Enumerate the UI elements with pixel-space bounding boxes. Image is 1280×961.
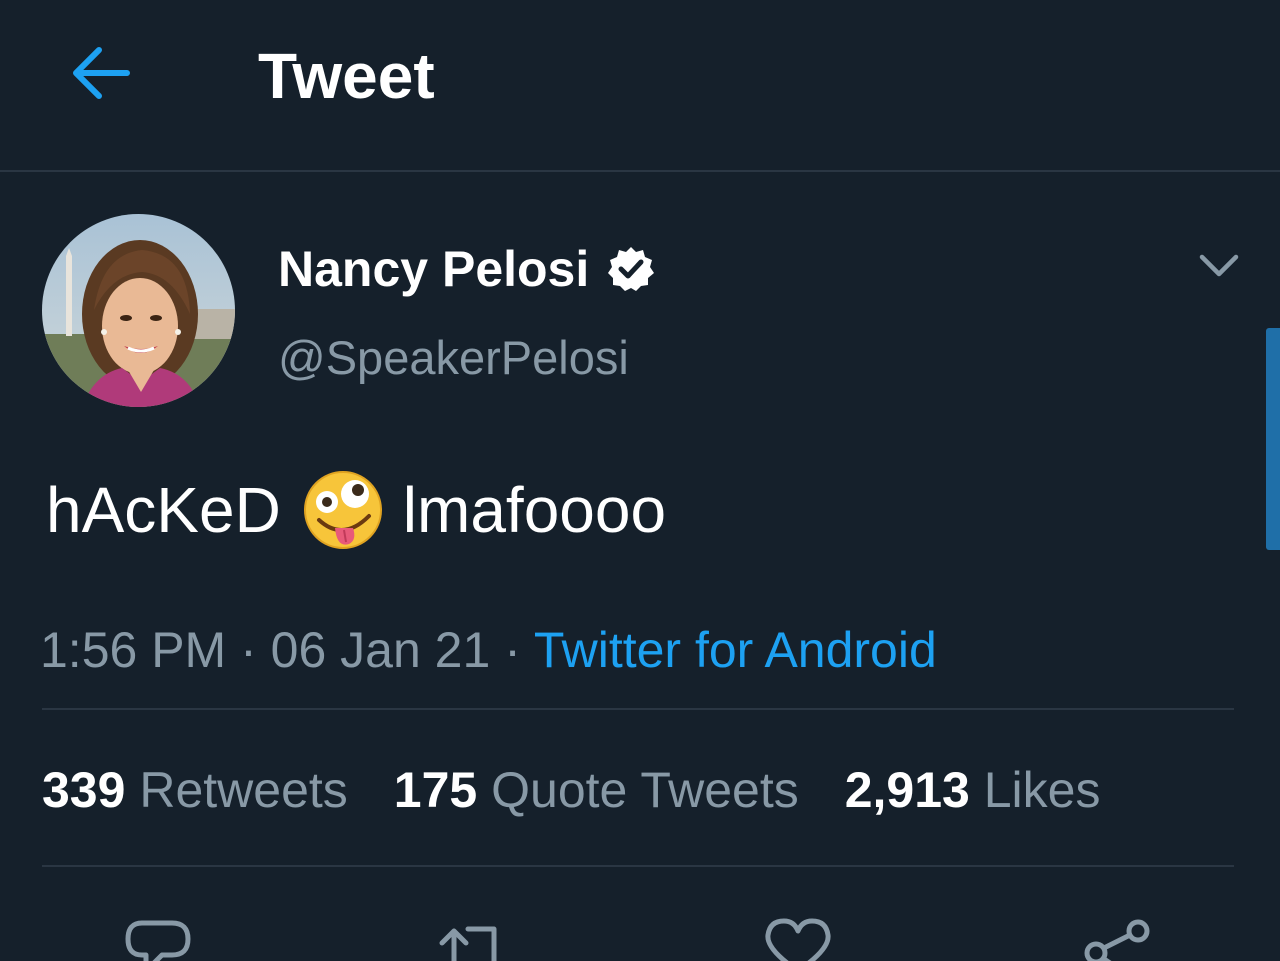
meta-separator: · <box>226 622 271 678</box>
author-display-name[interactable]: Nancy Pelosi <box>278 238 655 300</box>
retweets-count: 339 <box>42 762 126 818</box>
likes-stat[interactable]: 2,913 Likes <box>845 760 1101 820</box>
quote-tweets-count: 175 <box>393 762 478 818</box>
tweet-date: 06 Jan 21 <box>270 622 491 678</box>
tweet-text: hAcKeD lmafoooo <box>46 470 666 550</box>
tweet-source-link[interactable]: Twitter for Android <box>534 622 937 678</box>
tweet-detail-page: Tweet Nancy Pelosi @SpeakerPelosi hAcKeD… <box>0 0 1280 961</box>
tweet-text-part: hAcKeD <box>46 474 281 546</box>
reply-button[interactable] <box>122 915 194 961</box>
share-icon <box>1084 919 1150 961</box>
retweet-button[interactable] <box>436 915 508 961</box>
verified-badge-icon <box>608 247 655 291</box>
zany-face-emoji <box>303 471 382 549</box>
retweets-label: Retweets <box>139 762 348 818</box>
heart-icon <box>765 918 831 961</box>
reply-icon <box>125 920 191 961</box>
avatar[interactable] <box>42 214 235 407</box>
quote-tweets-stat[interactable]: 175 Quote Tweets <box>394 760 799 820</box>
back-button[interactable] <box>62 38 138 108</box>
more-options-button[interactable] <box>1190 240 1248 292</box>
tweet-text-part: lmafoooo <box>402 474 667 546</box>
top-bar: Tweet <box>0 0 1280 170</box>
share-button[interactable] <box>1082 915 1154 961</box>
header-divider <box>0 170 1280 172</box>
author-name-text: Nancy Pelosi <box>278 241 590 297</box>
page-title: Tweet <box>258 40 435 112</box>
arrow-left-icon <box>73 47 130 99</box>
quote-tweets-label: Quote Tweets <box>491 762 799 818</box>
tweet-meta: 1:56 PM · 06 Jan 21 · Twitter for Androi… <box>40 620 937 680</box>
retweets-stat[interactable]: 339 Retweets <box>42 760 348 820</box>
scrollbar[interactable] <box>1266 328 1280 550</box>
tweet-stats: 339 Retweets 175 Quote Tweets 2,913 Like… <box>42 760 1146 820</box>
author-handle[interactable]: @SpeakerPelosi <box>278 328 629 388</box>
retweet-icon <box>439 926 497 961</box>
avatar-photo <box>42 214 235 407</box>
divider <box>42 865 1234 867</box>
likes-label: Likes <box>983 762 1101 818</box>
likes-count: 2,913 <box>844 762 970 818</box>
divider <box>42 708 1234 710</box>
meta-separator: · <box>490 622 534 678</box>
like-button[interactable] <box>762 915 834 961</box>
chevron-down-icon <box>1199 254 1239 277</box>
tweet-time: 1:56 PM <box>40 622 227 678</box>
